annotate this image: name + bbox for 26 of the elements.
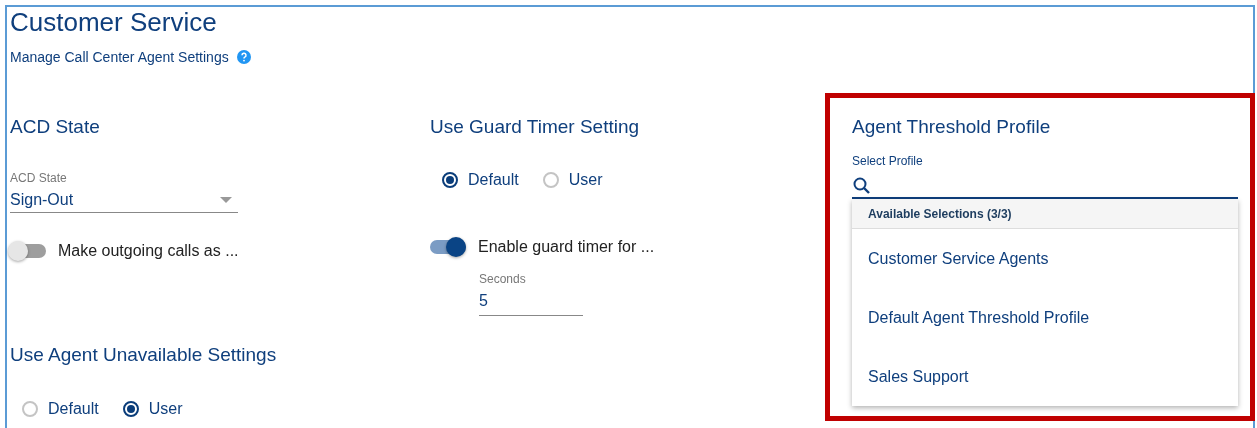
page-title: Customer Service	[10, 7, 217, 37]
radio-option[interactable]: User	[542, 170, 603, 190]
section-heading: Use Guard Timer Setting	[430, 115, 640, 139]
dropdown-header: Available Selections (3/3)	[868, 206, 1012, 221]
toggle-label: Enable guard timer for ...	[478, 237, 655, 257]
page-subtitle: Manage Call Center Agent Settings	[10, 48, 229, 66]
help-icon[interactable]	[236, 50, 251, 64]
field-label: Seconds	[479, 272, 526, 286]
section-heading: ACD State	[10, 115, 100, 139]
toggle-label: Make outgoing calls as ...	[58, 241, 239, 261]
dropdown-item[interactable]: Sales Support	[852, 347, 1238, 406]
toggle-switch[interactable]	[10, 244, 46, 258]
caret-icon	[220, 196, 232, 204]
section-heading: Agent Threshold Profile	[852, 115, 1052, 139]
dropdown-item[interactable]: Default Agent Threshold Profile	[852, 288, 1238, 347]
field-label: ACD State	[10, 171, 67, 185]
radio-option[interactable]: Default	[442, 170, 519, 190]
acd-state-select[interactable]: Sign-Out	[10, 190, 238, 213]
field-label: Select Profile	[852, 154, 924, 168]
radio-option[interactable]: User	[122, 399, 183, 419]
radio-option[interactable]: Default	[22, 399, 99, 419]
toggle-switch[interactable]	[430, 240, 466, 254]
section-heading: Use Agent Unavailable Settings	[10, 343, 277, 367]
dropdown-item[interactable]: Customer Service Agents	[852, 229, 1238, 288]
seconds-field[interactable]: 5	[479, 291, 583, 316]
search-icon	[852, 176, 872, 196]
